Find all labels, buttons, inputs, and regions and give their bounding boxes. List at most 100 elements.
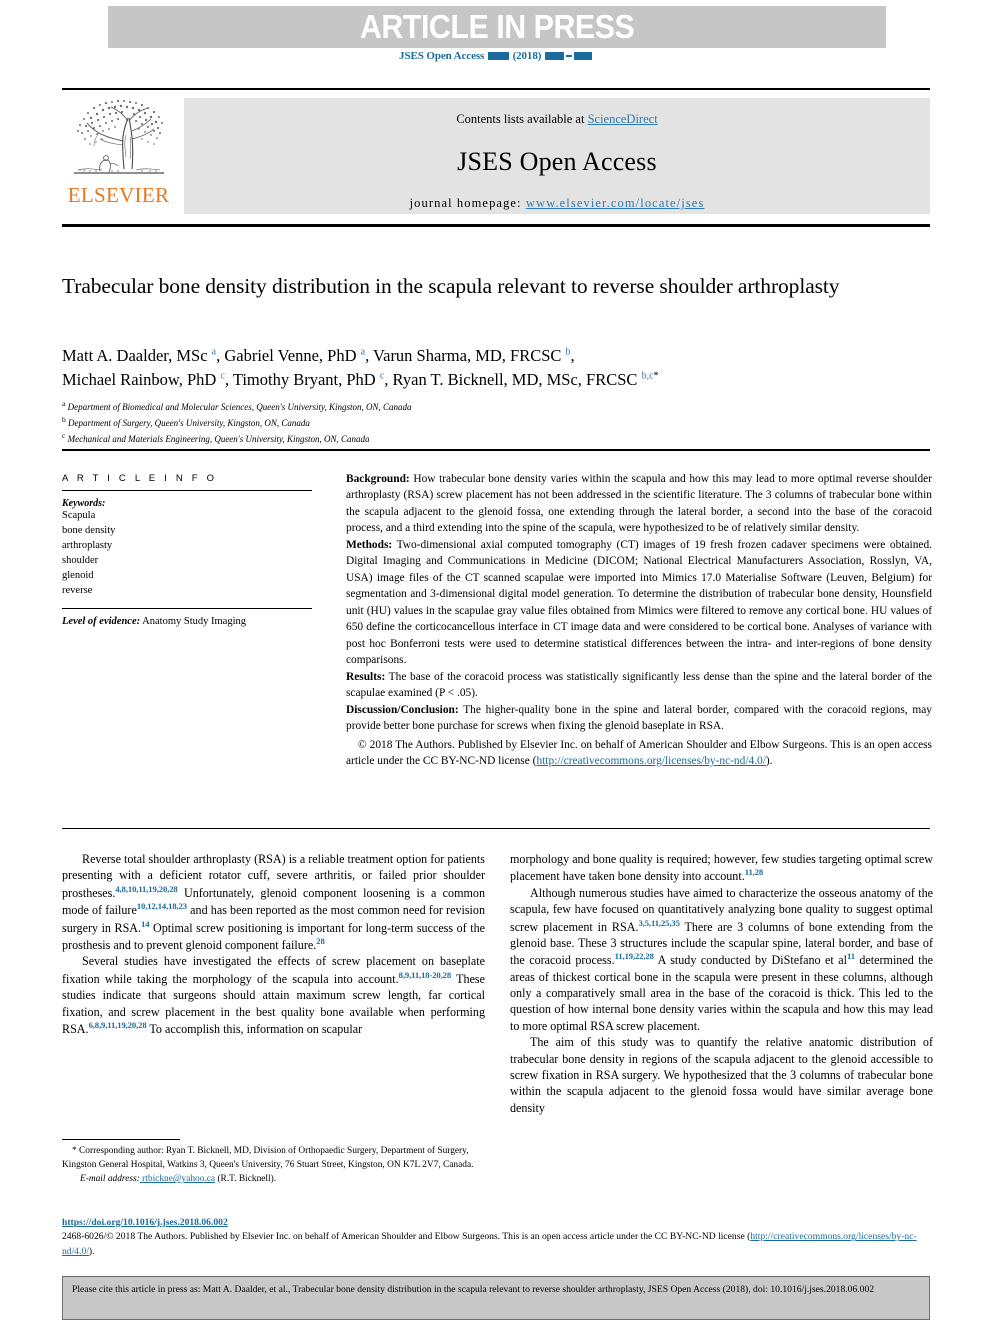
keyword-item: glenoid <box>62 569 94 581</box>
abstract-background: Background: How trabecular bone density … <box>346 471 932 537</box>
citation-ref[interactable]: 4,8,10,11,19,20,28 <box>115 884 177 894</box>
author-email-link[interactable]: rtbickne@yahoo.ca <box>140 1174 215 1184</box>
article-info-divider-2 <box>62 608 312 610</box>
journal-ref-name: JSES Open Access <box>399 50 485 62</box>
affiliation-a-text: Department of Biomedical and Molecular S… <box>67 402 412 412</box>
author-ryan-bicknell: , Ryan T. Bicknell, MD, MSc, FRCSC <box>384 370 642 390</box>
rp1-part1: morphology and bone quality is required;… <box>510 852 933 884</box>
cite-this-article-box: Please cite this article in press as: Ma… <box>62 1276 930 1320</box>
affiliation-c-text: Mechanical and Materials Engineering, Qu… <box>67 434 370 445</box>
abstract-methods-label: Methods: <box>346 538 393 551</box>
author-michael-rainbow: Michael Rainbow, PhD <box>62 370 221 390</box>
affiliation-b-text: Department of Surgery, Queen's Universit… <box>68 418 310 429</box>
email-attribution: (R.T. Bicknell). <box>215 1174 277 1185</box>
citation-ref[interactable]: 6,8,9,11,19,20,28 <box>89 1020 147 1030</box>
issn-copyright-line: 2468-6026/© 2018 The Authors. Published … <box>62 1230 930 1259</box>
corresponding-author-text: Corresponding author: Ryan T. Bicknell, … <box>62 1146 474 1170</box>
citation-ref[interactable]: 28 <box>316 936 325 946</box>
corresponding-author-footnote: * Corresponding author: Ryan T. Bicknell… <box>62 1145 485 1187</box>
issn-copyright-tail: ). <box>88 1245 95 1257</box>
journal-ref-year: (2018) <box>512 50 542 62</box>
author-varun-sharma: , Varun Sharma, MD, FRCSC <box>365 346 566 365</box>
author-list: Matt A. Daalder, MSc a, Gabriel Venne, P… <box>62 346 659 390</box>
abstract-results: Results: The base of the coracoid proces… <box>346 669 932 702</box>
author-timothy-bryant: , Timothy Bryant, PhD <box>224 370 380 390</box>
article-in-press-label: ARTICLE IN PRESS <box>359 8 635 45</box>
keyword-item: Scapula <box>62 510 96 521</box>
author-gabriel-venne: , Gabriel Venne, PhD <box>216 346 361 365</box>
affil-mark-b: b <box>565 346 571 358</box>
doi-link[interactable]: https://doi.org/10.1016/j.jses.2018.06.0… <box>62 1217 228 1228</box>
volume-redaction-block <box>487 52 509 61</box>
body-paragraph-2: Several studies have investigated the ef… <box>62 953 485 1037</box>
masthead-panel: Contents lists available at ScienceDirec… <box>184 98 930 214</box>
issn-copyright-text: 2468-6026/© 2018 The Authors. Published … <box>62 1231 751 1243</box>
email-line: E-mail address: rtbickne@yahoo.ca (R.T. … <box>62 1173 485 1187</box>
contents-prefix: Contents lists available at <box>456 112 588 126</box>
abstract-results-label: Results: <box>346 670 386 683</box>
affiliation-mark-a: a <box>62 399 66 408</box>
keyword-item: shoulder <box>62 554 99 566</box>
body-column-left: Reverse total shoulder arthroplasty (RSA… <box>62 851 485 1037</box>
keyword-item: arthroplasty <box>62 539 113 551</box>
abstract-background-text: How trabecular bone density varies withi… <box>346 473 932 535</box>
masthead-top-rule <box>62 88 930 90</box>
affiliation-list: a Department of Biomedical and Molecular… <box>62 398 892 446</box>
homepage-label: journal homepage: <box>409 196 526 210</box>
article-in-press-banner: ARTICLE IN PRESS <box>108 6 886 48</box>
level-of-evidence-label: Level of evidence: <box>62 616 141 628</box>
affiliation-a: a Department of Biomedical and Molecular… <box>62 398 892 414</box>
contents-available-line: Contents lists available at ScienceDirec… <box>184 98 930 127</box>
journal-homepage-line: journal homepage: www.elsevier.com/locat… <box>184 196 930 211</box>
affiliation-c: c Mechanical and Materials Engineering, … <box>62 430 892 446</box>
body-paragraph-5: The aim of this study was to quantify th… <box>510 1035 933 1115</box>
abstract-discussion: Discussion/Conclusion: The higher-qualit… <box>346 702 932 735</box>
level-of-evidence: Level of evidence: Anatomy Study Imaging <box>62 616 312 627</box>
body-column-right: morphology and bone quality is required;… <box>510 851 933 1116</box>
journal-title: JSES Open Access <box>457 147 657 176</box>
journal-homepage-link[interactable]: www.elsevier.com/locate/jses <box>526 196 705 210</box>
abstract-bottom-rule <box>62 828 930 829</box>
article-info-divider <box>62 490 312 491</box>
citation-ref[interactable]: 11,19,22,28 <box>615 951 654 961</box>
abstract-discussion-label: Discussion/Conclusion: <box>346 703 459 716</box>
abstract-copyright: © 2018 The Authors. Published by Elsevie… <box>346 737 932 770</box>
doi-copyright-block: https://doi.org/10.1016/j.jses.2018.06.0… <box>62 1216 930 1259</box>
page-start-redaction-block <box>544 52 564 61</box>
cite-this-article-text: Please cite this article in press as: Ma… <box>72 1284 875 1295</box>
corresponding-author-marker: * <box>653 370 659 382</box>
abstract-methods: Methods: Two-dimensional axial computed … <box>346 537 932 669</box>
citation-ref[interactable]: 11,28 <box>745 867 763 877</box>
cc-license-link[interactable]: http://creativecommons.org/licenses/by-n… <box>536 755 765 767</box>
masthead-bottom-rule <box>62 224 930 227</box>
elsevier-logo: ELSEVIER <box>62 97 175 215</box>
citation-ref[interactable]: 11 <box>847 951 855 961</box>
body-paragraph-1: Reverse total shoulder arthroplasty (RSA… <box>62 851 485 953</box>
level-of-evidence-value: Anatomy Study Imaging <box>140 616 246 628</box>
article-info-top-rule <box>62 449 930 451</box>
page-range-dash <box>565 55 572 58</box>
copyright-tail: ). <box>765 754 773 767</box>
article-info-panel: A R T I C L E I N F O Keywords: Scapula … <box>62 473 312 627</box>
keyword-item: reverse <box>62 584 93 596</box>
citation-ref[interactable]: 10,12,14,18,23 <box>137 901 187 911</box>
journal-reference-line: JSES Open Access (2018) <box>0 50 992 62</box>
affiliation-mark-c: c <box>62 431 66 441</box>
body-paragraph-4: Although numerous studies have aimed to … <box>510 885 933 1034</box>
sciencedirect-link[interactable]: ScienceDirect <box>588 112 658 126</box>
article-info-heading: A R T I C L E I N F O <box>62 473 218 484</box>
p2-part3: To accomplish this, information on scapu… <box>146 1021 363 1036</box>
citation-ref[interactable]: 3,5,11,25,35 <box>638 918 679 928</box>
keywords-label: Keywords: <box>62 498 106 509</box>
page-end-redaction-block <box>573 52 592 61</box>
elsevier-wordmark: ELSEVIER <box>67 183 170 207</box>
abstract-methods-text: Two-dimensional axial computed tomograph… <box>346 538 932 667</box>
affiliation-mark-b: b <box>62 415 66 425</box>
elsevier-tree-icon <box>74 99 164 174</box>
corresponding-author-line: * Corresponding author: Ryan T. Bicknell… <box>62 1145 485 1172</box>
abstract-background-label: Background: <box>346 473 410 485</box>
email-label: E-mail address: <box>80 1174 140 1185</box>
affil-mark-bc: b,c <box>641 370 654 382</box>
rp2-part3: A study conducted by DiStefano et al <box>653 953 847 968</box>
citation-ref[interactable]: 8,9,11,18-20,28 <box>399 970 452 980</box>
